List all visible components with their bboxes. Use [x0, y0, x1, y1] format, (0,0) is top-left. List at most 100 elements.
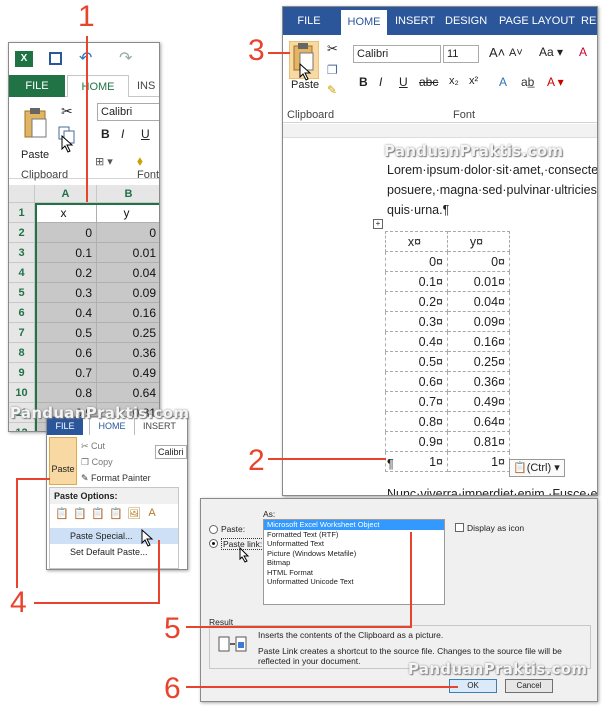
grow-font-icon[interactable]: A˄ — [489, 45, 505, 60]
table-cell[interactable]: 0.9¤ — [385, 431, 448, 452]
paste-as-option[interactable]: Unformatted Text — [264, 539, 444, 549]
word-paste-label[interactable]: Paste — [291, 79, 319, 91]
save-icon[interactable] — [49, 52, 62, 65]
word-underline-button[interactable]: U — [399, 75, 408, 89]
redo-icon[interactable]: ↷ — [119, 48, 132, 68]
word-tab-home[interactable]: HOME — [341, 10, 387, 35]
excel-bold-button[interactable]: B — [101, 127, 110, 141]
word-tab-insert[interactable]: INSERT — [395, 7, 435, 35]
table-cell[interactable]: 0.09¤ — [447, 311, 510, 332]
link-keep-source-icon[interactable]: 📋 — [90, 507, 106, 525]
excel-underline-button[interactable]: U — [141, 127, 150, 141]
word-cut-icon[interactable]: ✂ — [327, 41, 338, 57]
row-header[interactable]: 8 — [9, 343, 35, 363]
table-cell[interactable]: 1¤ — [447, 451, 510, 472]
clear-format-icon[interactable]: A — [579, 45, 587, 59]
select-all-corner[interactable] — [9, 185, 35, 203]
table-cell[interactable]: 0.1¤ — [385, 271, 448, 292]
strikethrough-icon[interactable]: abc — [419, 75, 438, 89]
keep-source-format-icon[interactable]: 📋 — [54, 507, 70, 525]
popup-cut-item[interactable]: ✂ Cut — [81, 441, 105, 452]
table-cell[interactable]: 0.5¤ — [385, 351, 448, 372]
table-cell[interactable]: 0¤ — [385, 251, 448, 272]
table-cell[interactable]: 0.81¤ — [447, 431, 510, 452]
paste-as-listbox[interactable]: Microsoft Excel Worksheet Object Formatte… — [263, 519, 445, 605]
paste-clipboard-icon[interactable] — [23, 107, 49, 145]
word-tab-file[interactable]: FILE — [283, 7, 335, 35]
excel-tab-insert[interactable]: INS — [137, 75, 155, 97]
keep-text-only-icon[interactable]: A — [144, 507, 160, 525]
row-header[interactable]: 3 — [9, 243, 35, 263]
display-as-icon-checkbox[interactable] — [455, 523, 464, 532]
cut-icon[interactable]: ✂ — [61, 103, 73, 120]
popup-copy-item[interactable]: ❐ Copy — [81, 457, 113, 468]
shrink-font-icon[interactable]: A˅ — [509, 47, 523, 59]
column-header-b[interactable]: B — [97, 185, 159, 203]
word-tab-design[interactable]: DESIGN — [445, 7, 487, 35]
popup-font-box[interactable]: Calibri — [155, 445, 187, 459]
paste-as-option[interactable]: Formatted Text (RTF) — [264, 530, 444, 540]
excel-font-name-box[interactable]: Calibri — [97, 103, 159, 121]
table-cell[interactable]: 0.8¤ — [385, 411, 448, 432]
table-cell[interactable]: x¤ — [385, 231, 448, 252]
row-header[interactable]: 10 — [9, 383, 35, 403]
link-use-destination-icon[interactable]: 📋 — [108, 507, 124, 525]
table-cell[interactable]: 0.2¤ — [385, 291, 448, 312]
table-cell[interactable]: 0.3¤ — [385, 311, 448, 332]
row-header[interactable]: 5 — [9, 283, 35, 303]
pasted-table[interactable]: x¤ y¤ 0¤ 0¤ 0.1¤ 0.01¤ 0.2¤ 0.04¤ 0.3¤ 0.09¤ 0.4¤ 0… — [385, 231, 510, 472]
table-cell[interactable]: 0.25¤ — [447, 351, 510, 372]
subscript-icon[interactable]: x₂ — [449, 75, 459, 87]
paste-as-option[interactable]: Picture (Windows Metafile) — [264, 549, 444, 559]
table-cell[interactable]: 0.36¤ — [447, 371, 510, 392]
paste-picture-icon[interactable]: 🖼 — [126, 507, 142, 525]
row-header[interactable]: 6 — [9, 303, 35, 323]
row-header[interactable]: 2 — [9, 223, 35, 243]
word-font-name-box[interactable]: Calibri — [353, 45, 441, 63]
use-destination-styles-icon[interactable]: 📋 — [72, 507, 88, 525]
word-tab-references[interactable]: REI — [581, 7, 597, 35]
row-header[interactable]: 9 — [9, 363, 35, 383]
row-header[interactable]: 12 — [9, 423, 35, 431]
borders-icon[interactable]: ⊞ ▾ — [95, 155, 113, 168]
table-cell[interactable]: 1¤ — [385, 451, 448, 472]
word-italic-button[interactable]: I — [379, 75, 382, 89]
excel-paste-label[interactable]: Paste — [21, 149, 49, 161]
table-cell[interactable]: 0.16¤ — [447, 331, 510, 352]
row-header[interactable]: 1 — [9, 203, 35, 223]
paste-link-radio[interactable] — [209, 539, 218, 548]
table-cell[interactable]: 0¤ — [447, 251, 510, 272]
font-color-icon[interactable]: A ▾ — [547, 75, 564, 89]
document-page[interactable]: Lorem·ipsum·dolor·sit·amet,·consectet po… — [283, 139, 597, 495]
word-copy-icon[interactable]: ❐ — [327, 63, 338, 77]
cancel-button[interactable]: Cancel — [505, 679, 553, 693]
paste-as-option[interactable]: Unformatted Unicode Text — [264, 577, 444, 587]
row-header[interactable]: 4 — [9, 263, 35, 283]
excel-italic-button[interactable]: I — [121, 127, 124, 141]
horizontal-ruler[interactable] — [283, 124, 597, 138]
table-cell[interactable]: 0.64¤ — [447, 411, 510, 432]
table-cell[interactable]: 0.04¤ — [447, 291, 510, 312]
paste-as-option[interactable]: Bitmap — [264, 558, 444, 568]
table-cell[interactable]: 0.7¤ — [385, 391, 448, 412]
table-cell[interactable]: 0.4¤ — [385, 331, 448, 352]
table-cell[interactable]: 0.01¤ — [447, 271, 510, 292]
superscript-icon[interactable]: x² — [469, 75, 478, 87]
paste-as-option[interactable]: Microsoft Excel Worksheet Object — [264, 520, 444, 530]
row-header[interactable]: 7 — [9, 323, 35, 343]
highlight-icon[interactable]: ab̲ — [521, 75, 534, 89]
paste-as-option[interactable]: HTML Format — [264, 568, 444, 578]
excel-tab-file[interactable]: FILE — [9, 75, 65, 97]
paste-radio-label[interactable]: Paste: — [221, 524, 245, 534]
word-bold-button[interactable]: B — [359, 75, 368, 89]
popup-format-painter-item[interactable]: ✎ Format Painter — [81, 473, 151, 484]
paste-radio[interactable] — [209, 525, 218, 534]
text-effects-icon[interactable]: A — [499, 75, 507, 89]
paste-options-ctrl-button[interactable]: 📋(Ctrl) ▾ — [509, 459, 565, 477]
table-cell[interactable]: 0.6¤ — [385, 371, 448, 392]
table-cell[interactable]: 0.49¤ — [447, 391, 510, 412]
word-tab-page-layout[interactable]: PAGE LAYOUT — [499, 7, 575, 35]
table-cell[interactable]: y¤ — [447, 231, 510, 252]
table-move-handle-icon[interactable]: + — [373, 219, 383, 229]
word-font-size-box[interactable]: 11 — [443, 45, 479, 63]
